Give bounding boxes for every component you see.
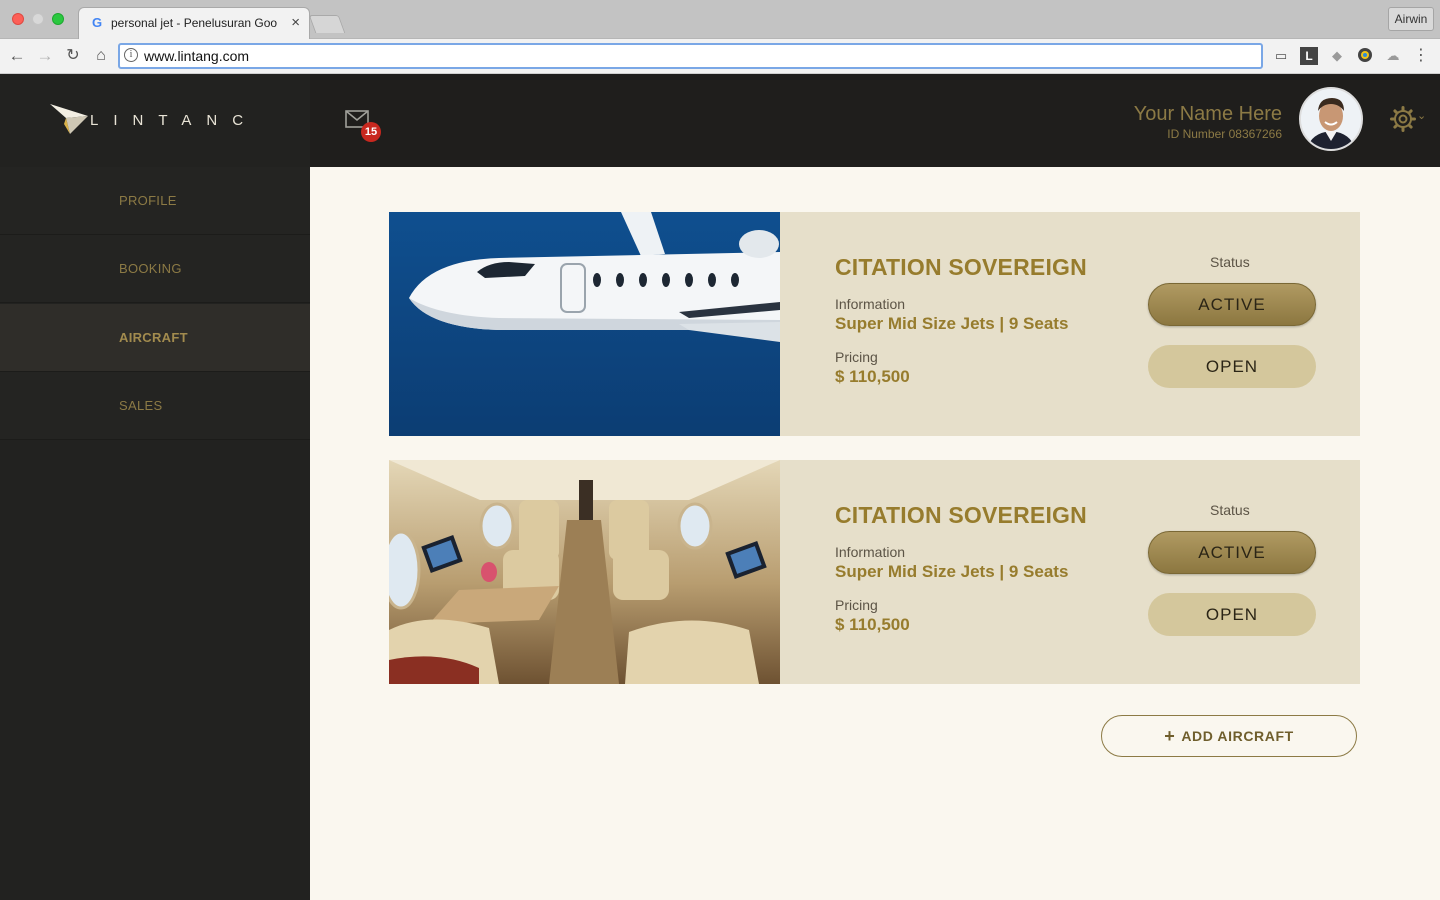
sidebar-item-booking[interactable]: BOOKING bbox=[0, 235, 310, 303]
add-aircraft-button[interactable]: + ADD AIRCRAFT bbox=[1101, 715, 1357, 757]
pricing-value: $ 110,500 bbox=[835, 615, 910, 634]
sidebar-item-sales[interactable]: SALES bbox=[0, 372, 310, 440]
avatar[interactable] bbox=[1299, 87, 1363, 151]
new-tab-button[interactable] bbox=[308, 15, 346, 33]
sidebar-item-label: BOOKING bbox=[119, 261, 182, 276]
browser-profile-button[interactable]: Airwin bbox=[1388, 7, 1434, 31]
mail-count-badge: 15 bbox=[361, 122, 381, 142]
sidebar-item-profile[interactable]: PROFILE bbox=[0, 167, 310, 235]
cast-extension-icon[interactable]: ▭ bbox=[1272, 47, 1290, 65]
back-icon[interactable]: ← bbox=[6, 45, 28, 67]
app: LINTANC PROFILE BOOKING AIRCRAFT SALES 1… bbox=[0, 74, 1440, 900]
status-label: Status bbox=[1210, 254, 1250, 270]
address-text[interactable]: www.lintang.com bbox=[144, 48, 249, 64]
color-extension-icon[interactable] bbox=[1356, 47, 1374, 65]
sidebar: LINTANC PROFILE BOOKING AIRCRAFT SALES bbox=[0, 74, 310, 900]
active-status-button[interactable]: ACTIVE bbox=[1148, 531, 1316, 574]
user-name: Your Name Here bbox=[1133, 103, 1282, 125]
pricing-label: Pricing bbox=[835, 597, 878, 613]
dropbox-extension-icon[interactable]: ◆ bbox=[1328, 47, 1346, 65]
google-favicon-icon: G bbox=[91, 15, 103, 30]
menu-dots-icon[interactable]: ⋮ bbox=[1412, 47, 1430, 65]
information-label: Information bbox=[835, 296, 906, 312]
l-extension-icon[interactable]: L bbox=[1300, 47, 1318, 65]
aircraft-title: CITATION SOVEREIGN bbox=[835, 502, 1087, 528]
jet-interior-image bbox=[389, 460, 780, 684]
logo-plane-icon bbox=[50, 104, 88, 134]
jet-exterior-image bbox=[389, 212, 780, 436]
close-window-button[interactable] bbox=[12, 13, 24, 25]
aircraft-title: CITATION SOVEREIGN bbox=[835, 254, 1087, 280]
active-status-button[interactable]: ACTIVE bbox=[1148, 283, 1316, 326]
browser-toolbar: ← → ↻ ⌂ i www.lintang.com ▭ L ◆ ☁ ⋮ bbox=[0, 39, 1440, 74]
sidebar-item-label: AIRCRAFT bbox=[119, 330, 188, 345]
info-icon[interactable]: i bbox=[124, 48, 138, 62]
open-button[interactable]: OPEN bbox=[1148, 593, 1316, 636]
sidebar-item-label: SALES bbox=[119, 398, 163, 413]
top-header: 15 Your Name Here ID Number 08367266 ⌄ bbox=[310, 74, 1440, 167]
sidebar-item-aircraft[interactable]: AIRCRAFT bbox=[0, 304, 310, 372]
minimize-window-button[interactable] bbox=[32, 13, 44, 25]
pricing-label: Pricing bbox=[835, 349, 878, 365]
sidebar-item-label: PROFILE bbox=[119, 193, 177, 208]
maximize-window-button[interactable] bbox=[52, 13, 64, 25]
add-aircraft-label: ADD AIRCRAFT bbox=[1181, 728, 1294, 744]
aircraft-card: CITATION SOVEREIGN Information Super Mid… bbox=[389, 460, 1360, 684]
user-id: ID Number 08367266 bbox=[1167, 127, 1282, 141]
aircraft-card: CITATION SOVEREIGN Information Super Mid… bbox=[389, 212, 1360, 436]
close-tab-icon[interactable]: × bbox=[291, 14, 300, 32]
forward-icon[interactable]: → bbox=[34, 45, 56, 67]
information-value: Super Mid Size Jets | 9 Seats bbox=[835, 314, 1069, 333]
information-value: Super Mid Size Jets | 9 Seats bbox=[835, 562, 1069, 581]
main-content: CITATION SOVEREIGN Information Super Mid… bbox=[310, 167, 1440, 900]
lintang-logo[interactable]: LINTANC bbox=[50, 102, 280, 138]
cloud-extension-icon[interactable]: ☁ bbox=[1384, 47, 1402, 65]
pricing-value: $ 110,500 bbox=[835, 367, 910, 386]
home-icon[interactable]: ⌂ bbox=[90, 45, 112, 67]
logo-text: LINTANC bbox=[90, 112, 259, 129]
reload-icon[interactable]: ↻ bbox=[62, 45, 84, 67]
status-label: Status bbox=[1210, 502, 1250, 518]
information-label: Information bbox=[835, 544, 906, 560]
open-button[interactable]: OPEN bbox=[1148, 345, 1316, 388]
chevron-down-icon[interactable]: ⌄ bbox=[1417, 109, 1426, 122]
browser-titlebar: G personal jet - Penelusuran Goo × Airwi… bbox=[0, 0, 1440, 39]
address-bar[interactable]: i www.lintang.com bbox=[118, 43, 1263, 69]
tab-title: personal jet - Penelusuran Goo bbox=[111, 16, 278, 30]
settings-gear-icon[interactable] bbox=[1390, 106, 1416, 132]
browser-tab[interactable]: G personal jet - Penelusuran Goo × bbox=[78, 7, 310, 39]
plus-icon: + bbox=[1164, 726, 1176, 746]
